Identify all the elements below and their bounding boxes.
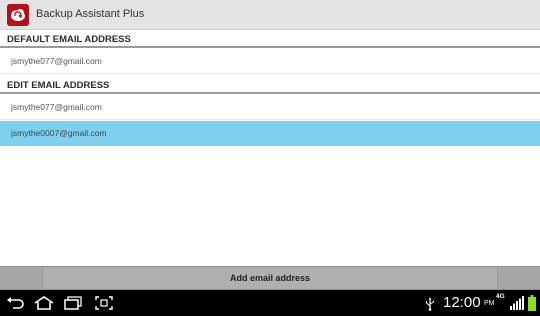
default-email-row[interactable]: jsmythe077@gmail.com [0, 49, 540, 74]
default-email-header-label: DEFAULT EMAIL ADDRESS [7, 34, 131, 45]
edit-email-value: jsmythe077@gmail.com [11, 102, 102, 112]
system-bar: 12:00 PM 4G [0, 290, 540, 316]
usb-icon [425, 297, 435, 311]
backup-assistant-app-icon [7, 4, 29, 26]
default-email-value: jsmythe077@gmail.com [11, 56, 102, 66]
clock-ampm: PM [484, 300, 495, 307]
bottom-action-bar: Add email address [0, 266, 540, 290]
edit-email-header-label: EDIT EMAIL ADDRESS [7, 80, 110, 91]
network-type-label: 4G [496, 293, 505, 300]
default-email-header: DEFAULT EMAIL ADDRESS [0, 31, 540, 48]
clock-time: 12:00 [443, 294, 481, 311]
edit-email-row-selected[interactable]: jsmythe0007@gmail.com [0, 121, 540, 146]
recent-apps-icon[interactable] [63, 295, 83, 311]
app-title-bar: Backup Assistant Plus [0, 0, 540, 30]
home-icon[interactable] [33, 295, 54, 311]
edit-email-value: jsmythe0007@gmail.com [11, 128, 107, 138]
signal-icon [510, 296, 524, 310]
edit-email-header: EDIT EMAIL ADDRESS [0, 77, 540, 94]
edit-email-row[interactable]: jsmythe077@gmail.com [0, 95, 540, 120]
app-title: Backup Assistant Plus [36, 8, 145, 20]
back-icon[interactable] [5, 295, 25, 311]
screenshot-icon[interactable] [94, 295, 114, 311]
battery-icon [528, 295, 536, 311]
add-email-address-button[interactable]: Add email address [42, 267, 498, 289]
